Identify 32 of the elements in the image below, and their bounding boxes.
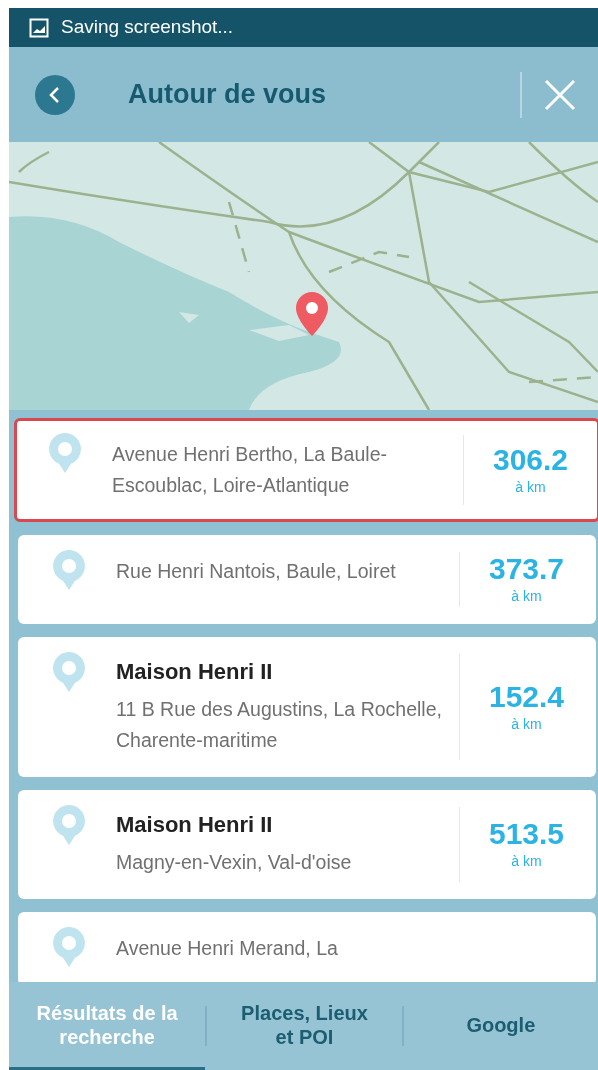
result-card[interactable]: Avenue Henri Merand, La [18,912,596,982]
place-address: Rue Henri Nantois, Baule, Loiret [116,559,397,584]
tab[interactable]: Places, Lieux et POI [207,982,402,1070]
place-address: Avenue Henri Bertho, La Baule-Escoublac, Loire-Atlantique [112,442,388,498]
location-pin-icon [50,925,87,969]
location-pin-icon [46,431,83,475]
distance-value: 513.5 [488,817,565,851]
result-card[interactable]: Maison Henri II Magny-en-Vexin, Val-d'oise 513.5 à km [18,790,596,899]
close-icon [543,77,577,112]
image-icon [29,17,49,38]
location-pin-icon [50,548,87,592]
place-name: Maison Henri II [116,658,274,686]
notification-text: Saving screenshot... [61,15,234,40]
distance-unit: à km [511,587,542,606]
place-name: Maison Henri II [116,811,274,839]
tab[interactable]: Google [403,982,598,1070]
result-card[interactable]: Rue Henri Nantois, Baule, Loiret 373.7 à km [18,535,596,624]
place-address: Magny-en-Vexin, Val-d'oise [116,850,353,875]
distance-value: 152.4 [488,679,565,714]
result-card[interactable]: Maison Henri II 11 B Rue des Augustins, La Rochelle, Charente-maritime 152.4 à km [18,637,596,777]
distance-value: 373.7 [488,552,565,586]
back-button[interactable] [35,74,75,115]
result-card[interactable]: Avenue Henri Bertho, La Baule-Escoublac, Loire-Atlantique 306.2 à km [14,418,598,522]
distance-unit: à km [515,477,546,497]
place-address: 11 B Rue des Augustins, La Rochelle, Charente-maritime [116,697,443,753]
location-pin-icon [50,803,87,847]
place-address: Avenue Henri Merand, La [116,936,339,961]
location-pin-icon [50,650,87,694]
distance-value: 306.2 [492,442,569,477]
distance-unit: à km [511,852,542,871]
distance-unit: à km [511,714,542,734]
header-title: Autour de vous [128,78,327,112]
